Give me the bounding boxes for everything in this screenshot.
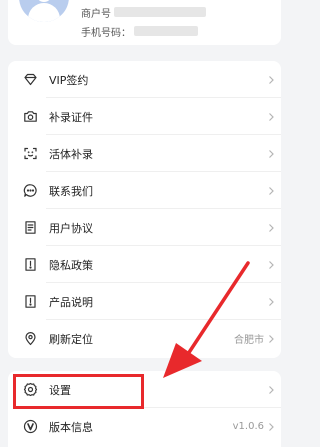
avatar[interactable] [19,0,69,22]
current-city-value: 合肥市 [234,335,264,346]
menu-item-label: VIP签约 [49,73,89,87]
location-pin-icon [23,331,38,346]
chevron-right-icon [266,421,276,433]
avatar-head [36,0,52,2]
menu-item-label: 刷新定位 [49,332,93,346]
document-icon [23,220,38,235]
chevron-right-icon [266,185,276,197]
merchant-number-redacted [114,7,206,17]
chevron-right-icon [266,111,276,123]
menu-item-label: 补录证件 [49,110,93,124]
face-scan-icon [23,146,38,161]
merchant-number-label: 商户号 [81,8,111,20]
menu-item-label: 活体补录 [49,147,93,161]
phone-number-redacted [134,26,198,36]
menu-item-version-info[interactable]: 版本信息 v1.0.6 [8,408,281,445]
diamond-icon [23,72,38,87]
menu-item-liveness-supplement[interactable]: 活体补录 [8,135,281,172]
chevron-right-icon [266,296,276,308]
menu-item-product-description[interactable]: 产品说明 [8,283,281,320]
phone-number-row: 手机号码： [81,23,198,39]
chevron-right-icon [266,333,276,345]
chevron-right-icon [266,222,276,234]
menu-item-label: 版本信息 [49,420,93,434]
phone-number-label: 手机号码： [81,27,131,39]
menu-item-refresh-location[interactable]: 刷新定位 合肥市 [8,320,281,357]
menu-card: VIP签约 补录证件 活体补录 联系我们 用户协议 隐私政策 产品说明 刷新定位… [8,61,281,358]
chevron-right-icon [266,74,276,86]
privacy-doc-icon [23,257,38,272]
chevron-right-icon [266,259,276,271]
menu-item-contact-us[interactable]: 联系我们 [8,172,281,209]
menu-item-vip-sign[interactable]: VIP签约 [8,61,281,98]
menu-item-supplement-id[interactable]: 补录证件 [8,98,281,135]
version-number: v1.0.6 [232,421,264,432]
chevron-right-icon [266,148,276,160]
profile-card: 商户号 手机号码： [8,0,281,45]
chevron-right-icon [266,384,276,396]
chat-bubble-icon [23,183,38,198]
menu-item-label: 产品说明 [49,295,93,309]
merchant-number-row: 商户号 [81,4,206,20]
menu-item-user-agreement[interactable]: 用户协议 [8,209,281,246]
info-doc-icon [23,294,38,309]
version-icon [23,419,38,434]
menu-item-label: 联系我们 [49,184,93,198]
settings-highlight-box [13,374,144,409]
camera-icon [23,109,38,124]
menu-item-label: 用户协议 [49,221,93,235]
avatar-body [28,3,60,22]
menu-item-label: 隐私政策 [49,258,93,272]
menu-item-privacy-policy[interactable]: 隐私政策 [8,246,281,283]
